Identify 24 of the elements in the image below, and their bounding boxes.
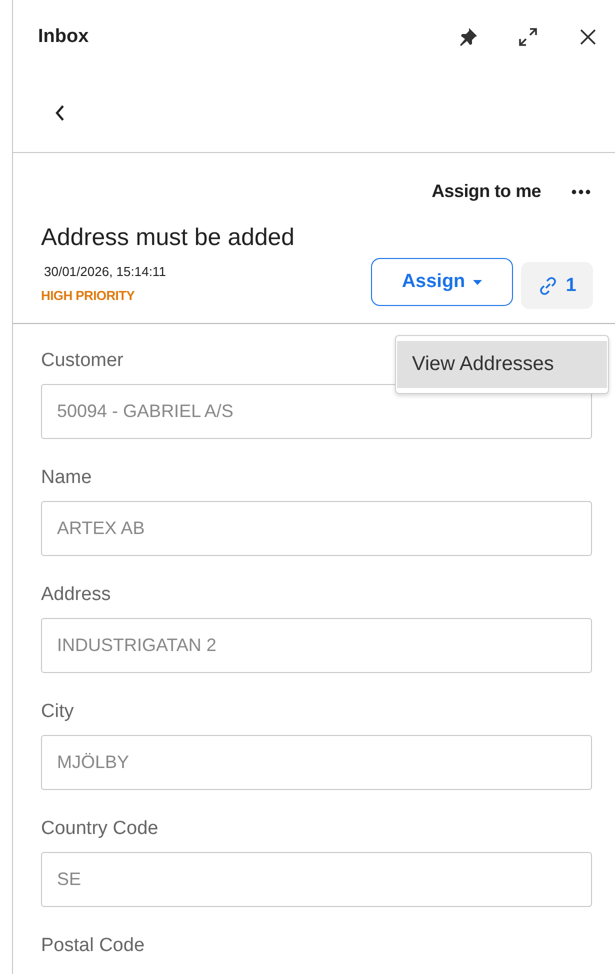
- field-label: Customer: [41, 350, 124, 372]
- input-field[interactable]: MJÖLBY: [41, 735, 592, 790]
- panel-title: Inbox: [38, 26, 90, 48]
- pin-icon[interactable]: [457, 26, 479, 48]
- assign-button[interactable]: Assign: [371, 258, 513, 306]
- input-field[interactable]: INDUSTRIGATAN 2: [41, 618, 592, 673]
- expand-icon[interactable]: [517, 26, 539, 48]
- field-label: Name: [41, 467, 92, 489]
- field-label: City: [41, 701, 74, 723]
- priority-label: HIGH PRIORITY: [41, 288, 136, 303]
- field-label: Postal Code: [41, 935, 145, 957]
- menu-item[interactable]: View Addresses: [397, 341, 607, 388]
- more-icon[interactable]: [571, 188, 591, 194]
- caret-icon: [473, 280, 482, 284]
- link-button[interactable]: 1: [521, 262, 593, 309]
- input-field[interactable]: 50094 - GABRIEL A/S: [41, 384, 592, 439]
- field-label: Address: [41, 584, 111, 606]
- task-title: Address must be added: [40, 223, 296, 252]
- input-field[interactable]: SE: [41, 852, 592, 907]
- input-field[interactable]: ARTEX AB: [41, 501, 592, 556]
- field-label: Country Code: [41, 818, 158, 840]
- link-icon: [538, 276, 558, 296]
- assign-to-me-button[interactable]: Assign to me: [432, 181, 541, 202]
- timestamp: 30/01/2026, 15:14:11: [44, 264, 167, 279]
